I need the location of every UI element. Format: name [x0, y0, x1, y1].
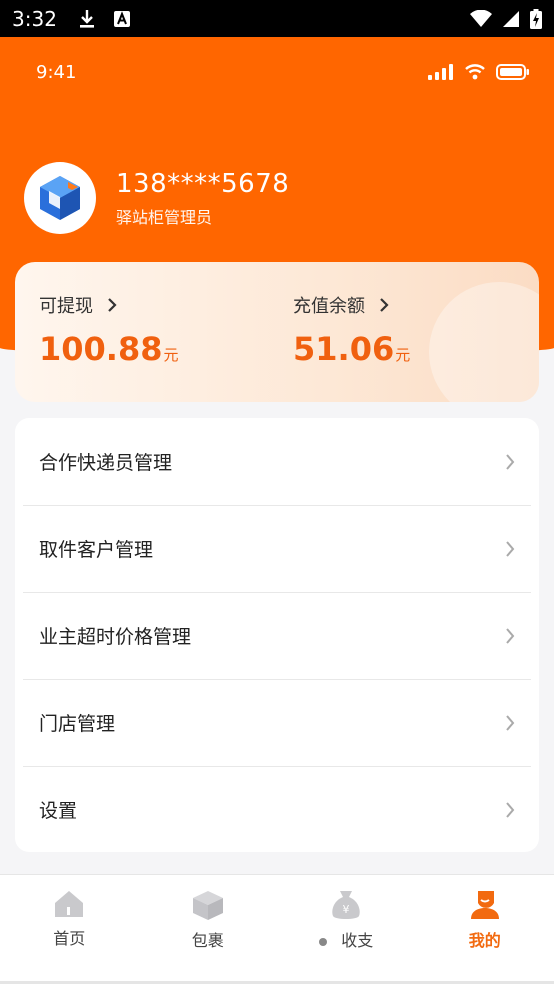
chevron-right-icon [506, 540, 515, 557]
profile-section[interactable]: 138****5678 驿站柜管理员 [24, 162, 289, 234]
phone-number: 138****5678 [116, 169, 290, 199]
menu-item-label: 合作快递员管理 [39, 452, 173, 474]
tab-label: 包裹 [191, 931, 224, 950]
withdrawable-amount: 100.88 [39, 330, 163, 368]
chevron-right-icon [506, 801, 515, 818]
system-time: 3:32 [12, 6, 57, 31]
chevron-right-icon [108, 298, 117, 312]
chevron-right-icon [506, 627, 515, 644]
app-status-bar: 9:41 [0, 37, 554, 107]
tab-finance[interactable]: ¥ 收支 [277, 875, 416, 982]
notification-icons [79, 9, 131, 29]
recharge-amount-row: 51.06元 [293, 330, 410, 368]
withdrawable-unit: 元 [163, 346, 179, 364]
dot-indicator [319, 937, 328, 946]
home-icon [55, 891, 84, 917]
battery-charging-icon [530, 8, 542, 29]
svg-text:¥: ¥ [343, 903, 350, 916]
user-role: 驿站柜管理员 [116, 208, 213, 227]
battery-icon [496, 64, 529, 80]
withdrawable-label: 可提现 [39, 296, 93, 317]
menu-item-label: 设置 [39, 800, 78, 822]
menu-item-courier-management[interactable]: 合作快递员管理 [15, 418, 539, 505]
download-icon [79, 9, 94, 28]
package-icon [192, 891, 223, 920]
menu-list: 合作快递员管理 取件客户管理 业主超时价格管理 门店管理 设置 [15, 418, 539, 852]
signal-bars-icon [428, 64, 453, 80]
menu-item-settings[interactable]: 设置 [15, 766, 539, 853]
card-decoration [429, 282, 539, 402]
menu-item-customer-management[interactable]: 取件客户管理 [15, 505, 539, 592]
tab-home[interactable]: 首页 [0, 875, 139, 982]
withdrawable-amount-row: 100.88元 [39, 330, 179, 368]
chevron-right-icon [506, 453, 515, 470]
wifi-icon [465, 64, 485, 80]
tab-packages[interactable]: 包裹 [139, 875, 278, 982]
withdrawable-block[interactable]: 可提现 100.88元 [39, 292, 179, 368]
avatar[interactable] [24, 162, 96, 234]
recharge-label: 充值余额 [293, 296, 365, 317]
menu-item-label: 业主超时价格管理 [39, 626, 192, 648]
recharge-link[interactable]: 充值余额 [293, 292, 410, 318]
money-bag-icon: ¥ [332, 891, 360, 919]
profile-icon [470, 891, 499, 919]
app-screen: 3:32 9:41 138****5678 驿站柜管理员 可提现 100.88元… [0, 0, 554, 984]
tab-label: 首页 [53, 929, 86, 948]
chevron-right-icon [380, 298, 389, 312]
menu-item-label: 取件客户管理 [39, 539, 154, 561]
cell-signal-icon [503, 10, 519, 27]
bottom-tab-bar: 首页 包裹 ¥ 收支 我的 [0, 874, 554, 982]
tab-label: 收支 [341, 931, 374, 950]
system-indicators [470, 8, 542, 29]
tab-label: 我的 [468, 931, 501, 950]
wifi-icon [470, 9, 492, 27]
balance-card: 可提现 100.88元 充值余额 51.06元 [15, 262, 539, 402]
menu-item-store-management[interactable]: 门店管理 [15, 679, 539, 766]
withdrawable-link[interactable]: 可提现 [39, 292, 179, 318]
profile-info: 138****5678 驿站柜管理员 [116, 168, 289, 228]
recharge-amount: 51.06 [293, 330, 395, 368]
tab-profile[interactable]: 我的 [416, 875, 554, 982]
menu-item-timeout-price[interactable]: 业主超时价格管理 [15, 592, 539, 679]
tab-finance-label-row: 收支 [319, 927, 373, 951]
cube-logo-icon [40, 176, 80, 220]
recharge-unit: 元 [395, 346, 411, 364]
menu-item-label: 门店管理 [39, 713, 116, 735]
chevron-right-icon [506, 714, 515, 731]
app-status-icons [428, 64, 530, 80]
app-time: 9:41 [36, 61, 77, 83]
system-status-bar: 3:32 [0, 0, 554, 37]
recharge-block[interactable]: 充值余额 51.06元 [293, 292, 410, 368]
font-app-icon [113, 10, 130, 27]
